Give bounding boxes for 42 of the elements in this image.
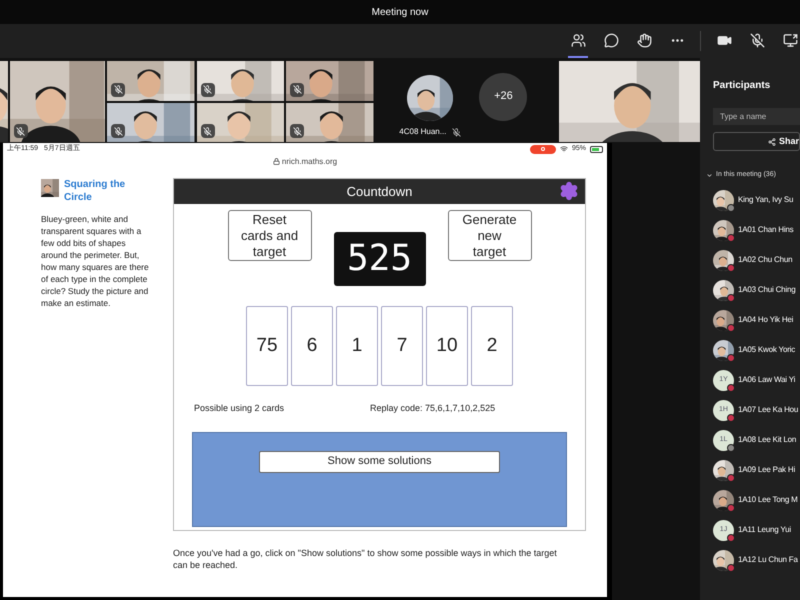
participant-name[interactable]: 1A12 Lu Chun Fa [738,554,798,566]
number-card[interactable]: 2 [471,306,513,386]
article-link[interactable]: Squaring the Circle [64,178,155,204]
participant-name[interactable]: 1A04 Ho Yik Hei [738,314,794,326]
lock-icon [272,158,280,165]
wifi-icon [560,145,568,153]
participant-name[interactable]: 1A08 Lee Kit Lon [738,434,796,446]
participant-name[interactable]: 1A02 Chu Chun [738,254,792,266]
participant-name[interactable]: 1A11 Leung Yui [738,524,791,536]
participant-name: 4C08 Huan... [399,126,446,138]
share-button[interactable]: Shar [713,132,800,151]
share-icon [768,138,776,146]
replay-code: Replay code: 75,6,1,7,10,2,525 [370,402,496,415]
number-card[interactable]: 75 [246,306,288,386]
participant-name[interactable]: 1A09 Lee Pak Hi [738,464,796,476]
panel-title: Participants [713,79,772,93]
number-card[interactable]: 1 [336,306,378,386]
participant-name[interactable]: 1A07 Lee Ka Hou [738,404,798,416]
search-field[interactable]: Type a name [713,108,800,125]
panel-title: Countdown [346,182,412,201]
window-title: Meeting now [372,6,428,20]
more-participants-count[interactable]: +26 [479,72,528,120]
number-card[interactable]: 7 [381,306,423,386]
reset-button[interactable]: Reset cards and target [228,210,312,261]
possible-text: Possible using 2 cards [194,402,286,415]
instructions-text: Once you've had a go, click on "Show solutions" to show some possible ways in which the target can be reached. [173,547,558,571]
participant-name[interactable]: King Yan, Ivy Su [738,194,794,206]
number-card[interactable]: 10 [426,306,468,386]
participant-name[interactable]: 1A06 Law Wai Yi [738,374,796,386]
generate-button[interactable]: Generate new target [448,210,532,261]
target-display: 525 [334,232,426,286]
number-card[interactable]: 6 [291,306,333,386]
url-text: nrich.maths.org [282,156,338,168]
settings-icon[interactable] [559,181,579,201]
show-solutions-button[interactable]: Show some solutions [259,450,500,472]
participant-name[interactable]: 1A03 Chui Ching [738,284,796,296]
caret-icon [706,172,713,179]
participant-name[interactable]: 1A10 Lee Tong M [738,494,798,506]
participant-name[interactable]: 1A05 Kwok Yoric [738,344,796,356]
participant-name[interactable]: 1A01 Chan Hins [738,224,794,236]
battery-icon [590,146,603,152]
article-description: Bluey-green, white and transparent squares with a few odd bits of shapes around the perimeter. But, how many squares are there of each type in the complete circle? Study the picture and make an estimate. [41,213,150,309]
